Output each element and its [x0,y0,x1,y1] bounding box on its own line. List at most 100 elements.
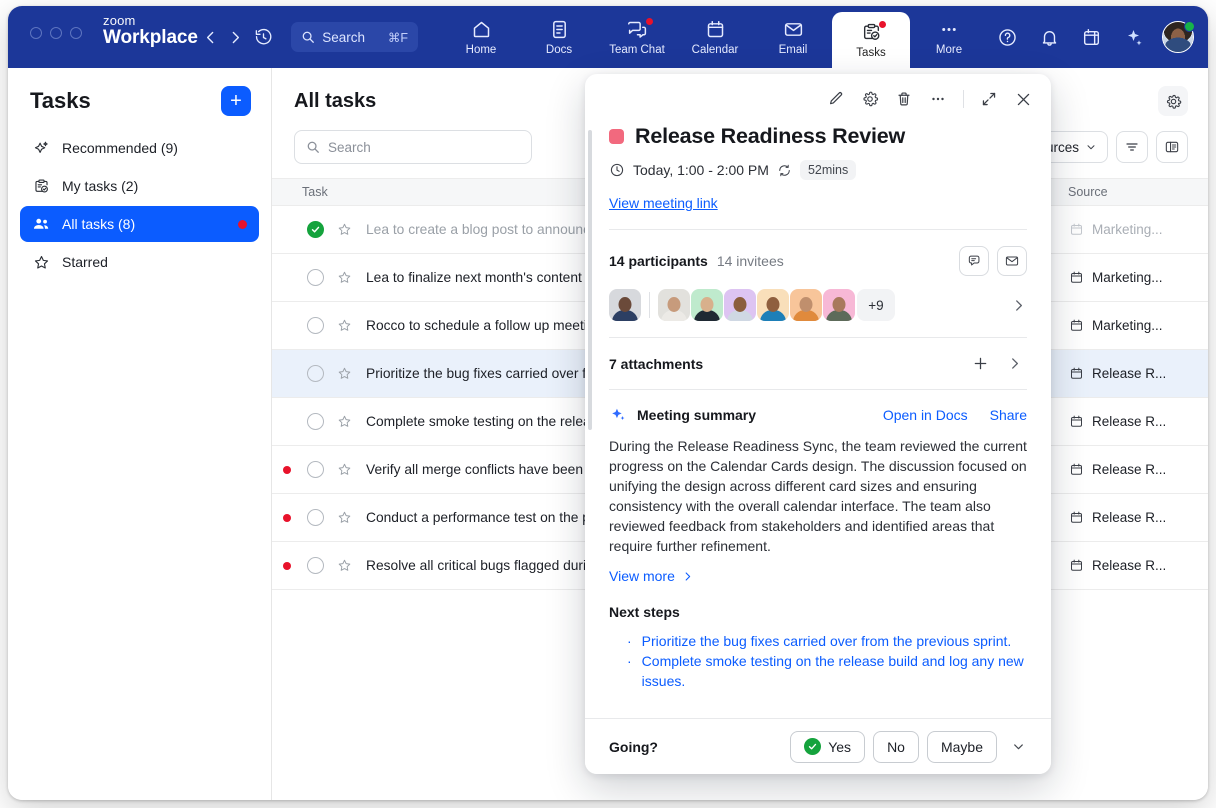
plus-icon[interactable] [967,354,994,373]
empty-circle-icon [306,317,324,334]
tab-tasks[interactable]: Tasks [832,12,910,68]
bullet-icon: · [627,633,632,649]
share-link[interactable]: Share [990,407,1027,423]
next-step-item[interactable]: · Complete smoke testing on the release b… [609,651,1027,691]
nav-forward-button[interactable] [223,6,248,68]
task-star-button[interactable] [328,414,360,429]
rsvp-footer: Going? Yes No Maybe [585,718,1051,774]
avatar[interactable] [757,289,789,321]
tab-more[interactable]: More [910,6,988,68]
avatar[interactable] [823,289,855,321]
rsvp-no-button[interactable]: No [873,730,919,763]
chat-bubble-icon[interactable] [959,246,989,276]
sidebar-title: Tasks [30,88,91,113]
sidebar-item-my-tasks[interactable]: My tasks (2) [20,168,259,204]
task-checkbox[interactable] [302,317,328,334]
task-star-button[interactable] [328,270,360,285]
search-input[interactable]: Search ⌘F [291,22,418,52]
avatar[interactable] [658,289,690,321]
panel-layout-icon[interactable] [1156,131,1188,163]
empty-circle-icon [306,509,324,526]
rsvp-chevron-down-icon[interactable] [1005,739,1031,754]
task-checkbox[interactable] [302,365,328,382]
attachments-chevron-right-icon[interactable] [1002,355,1027,372]
empty-circle-icon [306,461,324,478]
task-star-button[interactable] [328,366,360,381]
tab-calendar[interactable]: Calendar [676,6,754,68]
view-meeting-link[interactable]: View meeting link [609,195,718,211]
task-checkbox[interactable] [302,269,328,286]
task-star-button[interactable] [328,462,360,477]
task-search-input[interactable]: Search [294,130,532,164]
task-star-button[interactable] [328,510,360,525]
task-checkbox[interactable] [302,413,328,430]
empty-circle-icon [306,365,324,382]
avatar[interactable] [790,289,822,321]
rsvp-maybe-button[interactable]: Maybe [926,730,997,763]
edit-pencil-icon[interactable] [820,83,852,115]
close-icon[interactable] [1007,83,1039,115]
avatar-group [658,289,856,321]
avatar-head [667,297,681,313]
filter-icon[interactable] [1116,131,1148,163]
avatar-overflow-count[interactable]: +9 [857,289,895,321]
sidebar: Tasks + Recommended (9) My tasks (2) All… [8,68,272,800]
task-source-label: Release R... [1092,510,1167,525]
home-icon [471,19,492,41]
invitees-count: 14 invitees [716,253,784,269]
check-icon [804,738,822,755]
gear-icon[interactable] [854,83,886,115]
expand-icon[interactable] [973,83,1005,115]
sidebar-item-starred[interactable]: Starred [20,244,259,280]
tab-email[interactable]: Email [754,6,832,68]
task-source: Release R... [1056,462,1208,477]
panel-body: Release Readiness Review Today, 1:00 - 2… [585,124,1051,718]
tab-home[interactable]: Home [442,6,520,68]
sidebar-item-label: All tasks (8) [62,216,136,232]
task-source: Release R... [1056,558,1208,573]
help-icon[interactable] [988,17,1026,57]
avatar[interactable] [609,289,641,321]
avatar[interactable] [724,289,756,321]
avatar-head [799,297,813,313]
more-ellipsis-icon[interactable] [922,83,954,115]
bell-icon[interactable] [1030,17,1068,57]
sidebar-header: Tasks + [8,68,271,122]
panel-scrollbar[interactable] [588,130,592,430]
attachments-actions [967,354,1027,373]
task-checkbox[interactable] [302,461,328,478]
participant-avatars: +9 [609,289,1027,321]
history-icon[interactable] [249,6,280,68]
calendar-day-icon[interactable] [1072,17,1110,57]
open-in-docs-link[interactable]: Open in Docs [883,407,968,423]
add-task-button[interactable]: + [221,86,251,116]
window-controls[interactable] [8,6,82,39]
envelope-icon[interactable] [997,246,1027,276]
task-checkbox[interactable] [302,221,328,238]
close-window-button[interactable] [30,27,42,39]
sidebar-item-all-tasks[interactable]: All tasks (8) [20,206,259,242]
next-step-text: Prioritize the bug fixes carried over fr… [641,633,1012,649]
view-more-link[interactable]: View more [609,568,1027,584]
calendar-icon [1069,462,1084,477]
sidebar-item-recommended[interactable]: Recommended (9) [20,130,259,166]
task-star-button[interactable] [328,558,360,573]
tab-team-chat[interactable]: Team Chat [598,6,676,68]
next-step-item[interactable]: · Prioritize the bug fixes carried over f… [609,631,1027,651]
tab-docs[interactable]: Docs [520,6,598,68]
gear-icon[interactable] [1158,86,1188,116]
participants-chevron-right-icon[interactable] [1010,297,1027,314]
maximize-window-button[interactable] [70,27,82,39]
minimize-window-button[interactable] [50,27,62,39]
task-checkbox[interactable] [302,557,328,574]
nav-back-button[interactable] [198,6,223,68]
task-star-button[interactable] [328,318,360,333]
task-checkbox[interactable] [302,509,328,526]
ai-sparkle-icon[interactable] [1114,17,1152,57]
search-icon [307,141,319,153]
rsvp-yes-button[interactable]: Yes [790,730,866,763]
trash-icon[interactable] [888,83,920,115]
avatar[interactable] [691,289,723,321]
user-avatar[interactable] [1162,21,1195,53]
task-star-button[interactable] [328,222,360,237]
